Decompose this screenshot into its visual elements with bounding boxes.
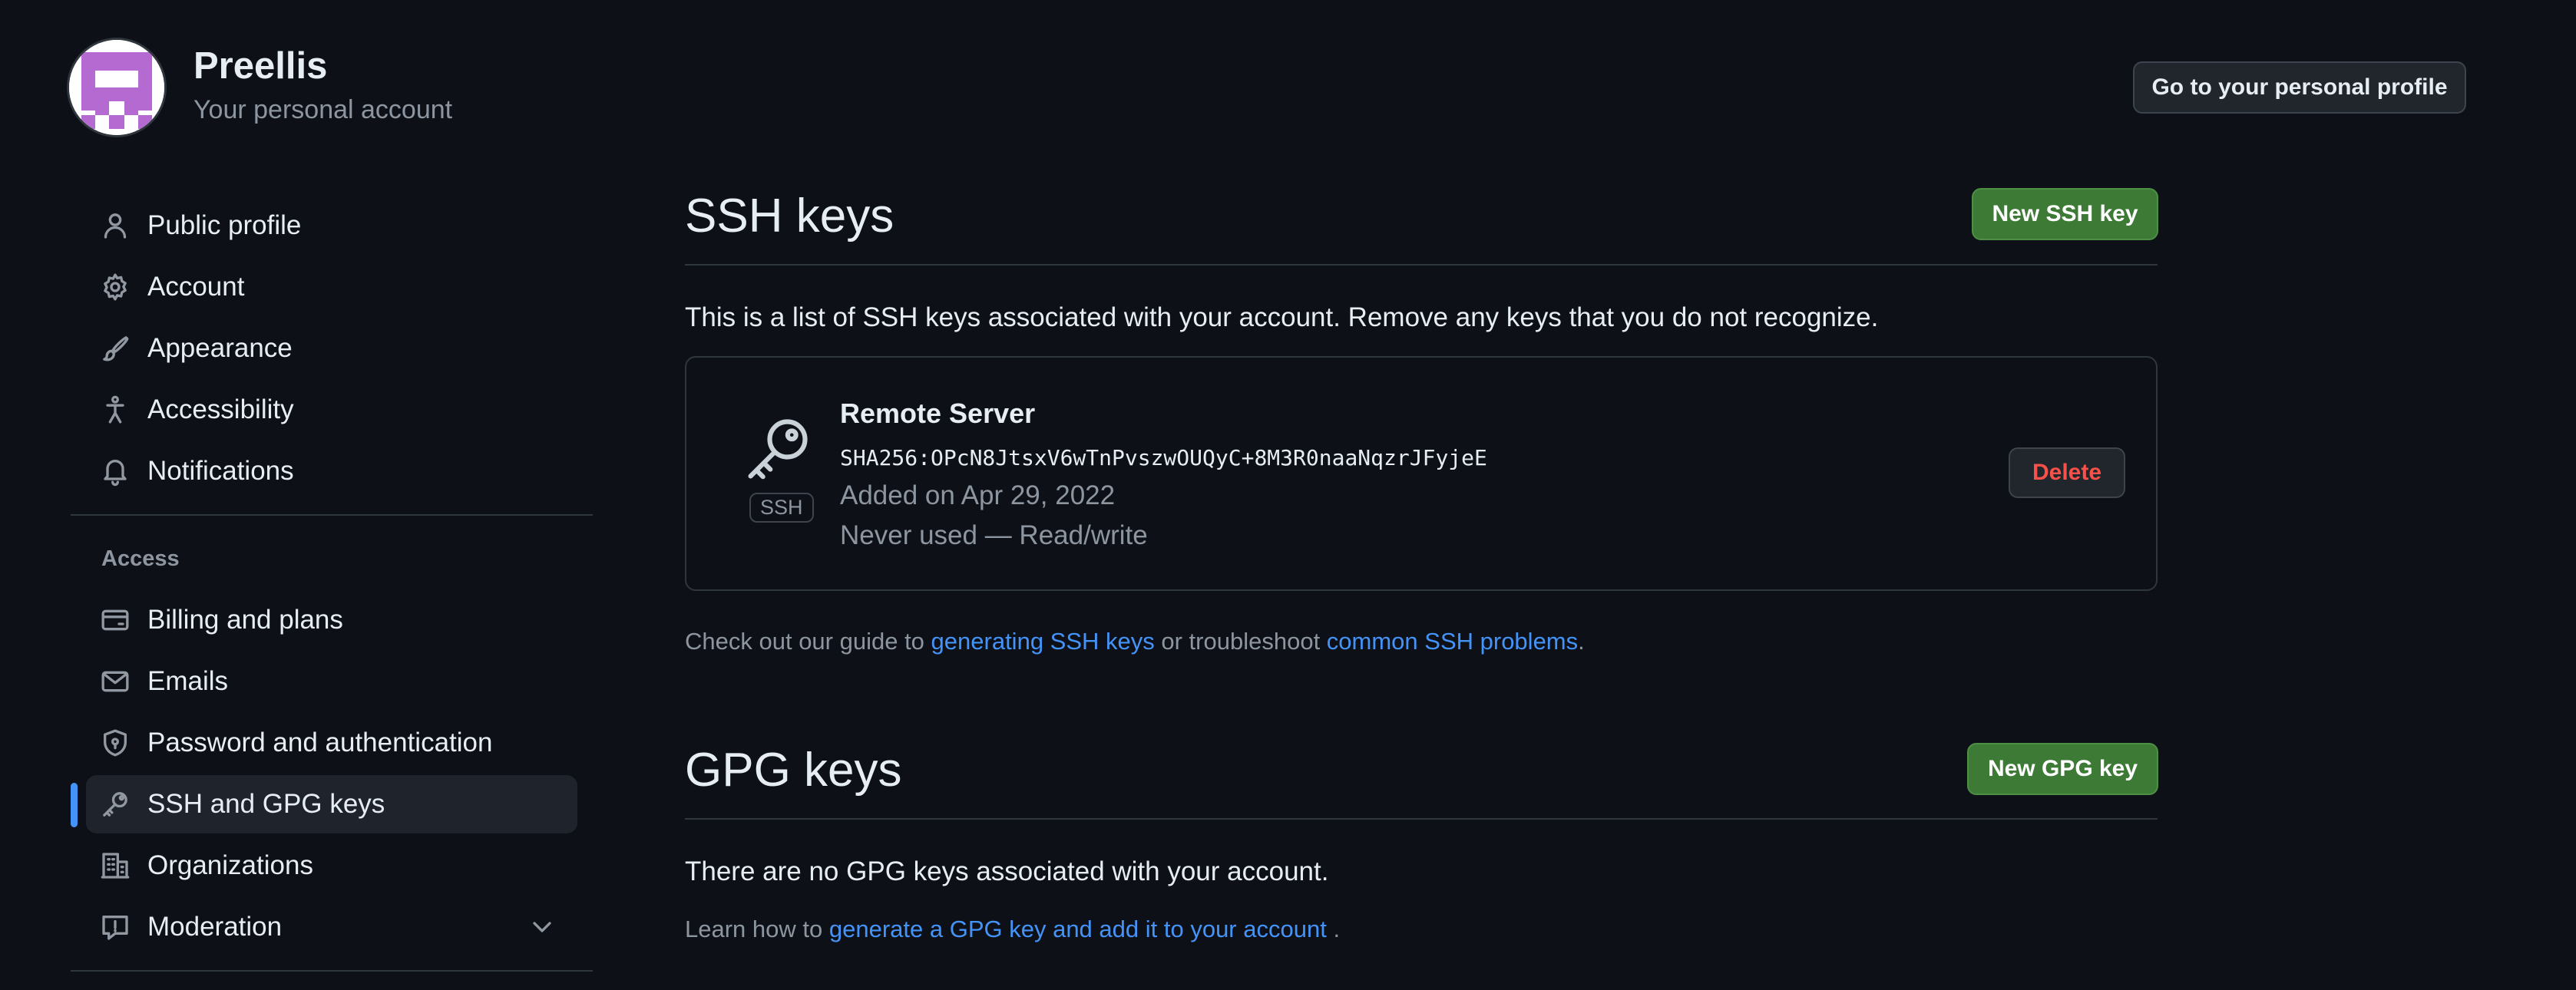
- guide-prefix: Check out our guide to: [685, 628, 931, 655]
- organization-icon: [86, 850, 147, 881]
- sidebar-item-ssh-gpg-keys[interactable]: SSH and GPG keys: [86, 775, 577, 833]
- sidebar-item-public-profile[interactable]: Public profile: [86, 196, 577, 255]
- key-type-label: SSH: [749, 493, 814, 523]
- sidebar-item-label: Appearance: [147, 333, 293, 363]
- sidebar-item-notifications[interactable]: Notifications: [86, 442, 577, 500]
- identicon-avatar-icon: [69, 40, 164, 135]
- mail-icon: [86, 666, 147, 697]
- learn-prefix: Learn how to: [685, 916, 829, 942]
- key-fingerprint: SHA256:OPcN8JtsxV6wTnPvszwOUQyC+8M3R0naa…: [840, 445, 1487, 470]
- sidebar-item-moderation[interactable]: Moderation: [86, 898, 577, 956]
- go-to-profile-button[interactable]: Go to your personal profile: [2133, 61, 2466, 114]
- section-divider: [685, 264, 2158, 266]
- active-indicator: [71, 783, 78, 827]
- account-subtitle: Your personal account: [193, 95, 453, 124]
- gpg-empty-text: There are no GPG keys associated with yo…: [685, 856, 1329, 886]
- sidebar-group-heading: Access: [101, 546, 180, 571]
- ssh-keys-heading: SSH keys: [685, 190, 894, 243]
- sidebar-divider: [71, 970, 593, 972]
- sidebar-item-appearance[interactable]: Appearance: [86, 319, 577, 378]
- account-name[interactable]: Preellis: [193, 45, 327, 87]
- person-icon: [86, 210, 147, 241]
- sidebar-item-label: Account: [147, 272, 245, 302]
- sidebar-item-label: Emails: [147, 666, 229, 696]
- ssh-key-item: [685, 356, 2158, 591]
- ssh-guide-text: Check out our guide to generating SSH ke…: [685, 628, 1585, 655]
- avatar[interactable]: [69, 40, 164, 135]
- key-title: Remote Server: [840, 398, 1036, 429]
- generate-gpg-key-link[interactable]: generate a GPG key and add it to your ac…: [829, 916, 1327, 942]
- ssh-description: This is a list of SSH keys associated wi…: [685, 302, 1879, 332]
- paintbrush-icon: [86, 333, 147, 364]
- key-added-date: Added on Apr 29, 2022: [840, 480, 1116, 510]
- credit-card-icon: [86, 605, 147, 635]
- sidebar-item-accessibility[interactable]: Accessibility: [86, 381, 577, 439]
- chevron-down-icon[interactable]: [527, 912, 557, 946]
- gpg-learn-text: Learn how to generate a GPG key and add …: [685, 916, 1340, 943]
- sidebar-item-label: SSH and GPG keys: [147, 789, 385, 819]
- sidebar-item-password-authentication[interactable]: Password and authentication: [86, 714, 577, 772]
- sidebar-item-label: Accessibility: [147, 394, 294, 424]
- sidebar-item-organizations[interactable]: Organizations: [86, 837, 577, 895]
- accessibility-icon: [86, 394, 147, 425]
- bell-icon: [86, 456, 147, 487]
- generating-ssh-keys-link[interactable]: generating SSH keys: [931, 628, 1155, 655]
- learn-suffix: .: [1326, 916, 1341, 942]
- sidebar-item-account[interactable]: Account: [86, 258, 577, 316]
- sidebar-item-label: Organizations: [147, 850, 313, 880]
- sidebar-divider: [71, 514, 593, 516]
- gear-icon: [86, 272, 147, 302]
- sidebar-item-label: Password and authentication: [147, 728, 493, 757]
- delete-key-button[interactable]: Delete: [2009, 447, 2125, 498]
- sidebar-item-billing[interactable]: Billing and plans: [86, 591, 577, 649]
- guide-suffix: .: [1578, 628, 1585, 655]
- section-divider: [685, 818, 2158, 820]
- guide-middle: or troubleshoot: [1154, 628, 1327, 655]
- key-usage: Never used — Read/write: [840, 520, 1148, 550]
- new-gpg-key-button[interactable]: New GPG key: [1967, 743, 2158, 795]
- key-icon: [743, 413, 814, 487]
- report-icon: [86, 912, 147, 942]
- sidebar-item-label: Notifications: [147, 456, 294, 486]
- sidebar-item-label: Billing and plans: [147, 605, 343, 635]
- sidebar-item-label: Moderation: [147, 912, 283, 942]
- key-icon: [86, 789, 147, 820]
- shield-lock-icon: [86, 728, 147, 758]
- sidebar-item-label: Public profile: [147, 210, 302, 240]
- common-ssh-problems-link[interactable]: common SSH problems: [1327, 628, 1578, 655]
- new-ssh-key-button[interactable]: New SSH key: [1972, 188, 2158, 240]
- gpg-keys-heading: GPG keys: [685, 744, 902, 797]
- sidebar-item-emails[interactable]: Emails: [86, 652, 577, 711]
